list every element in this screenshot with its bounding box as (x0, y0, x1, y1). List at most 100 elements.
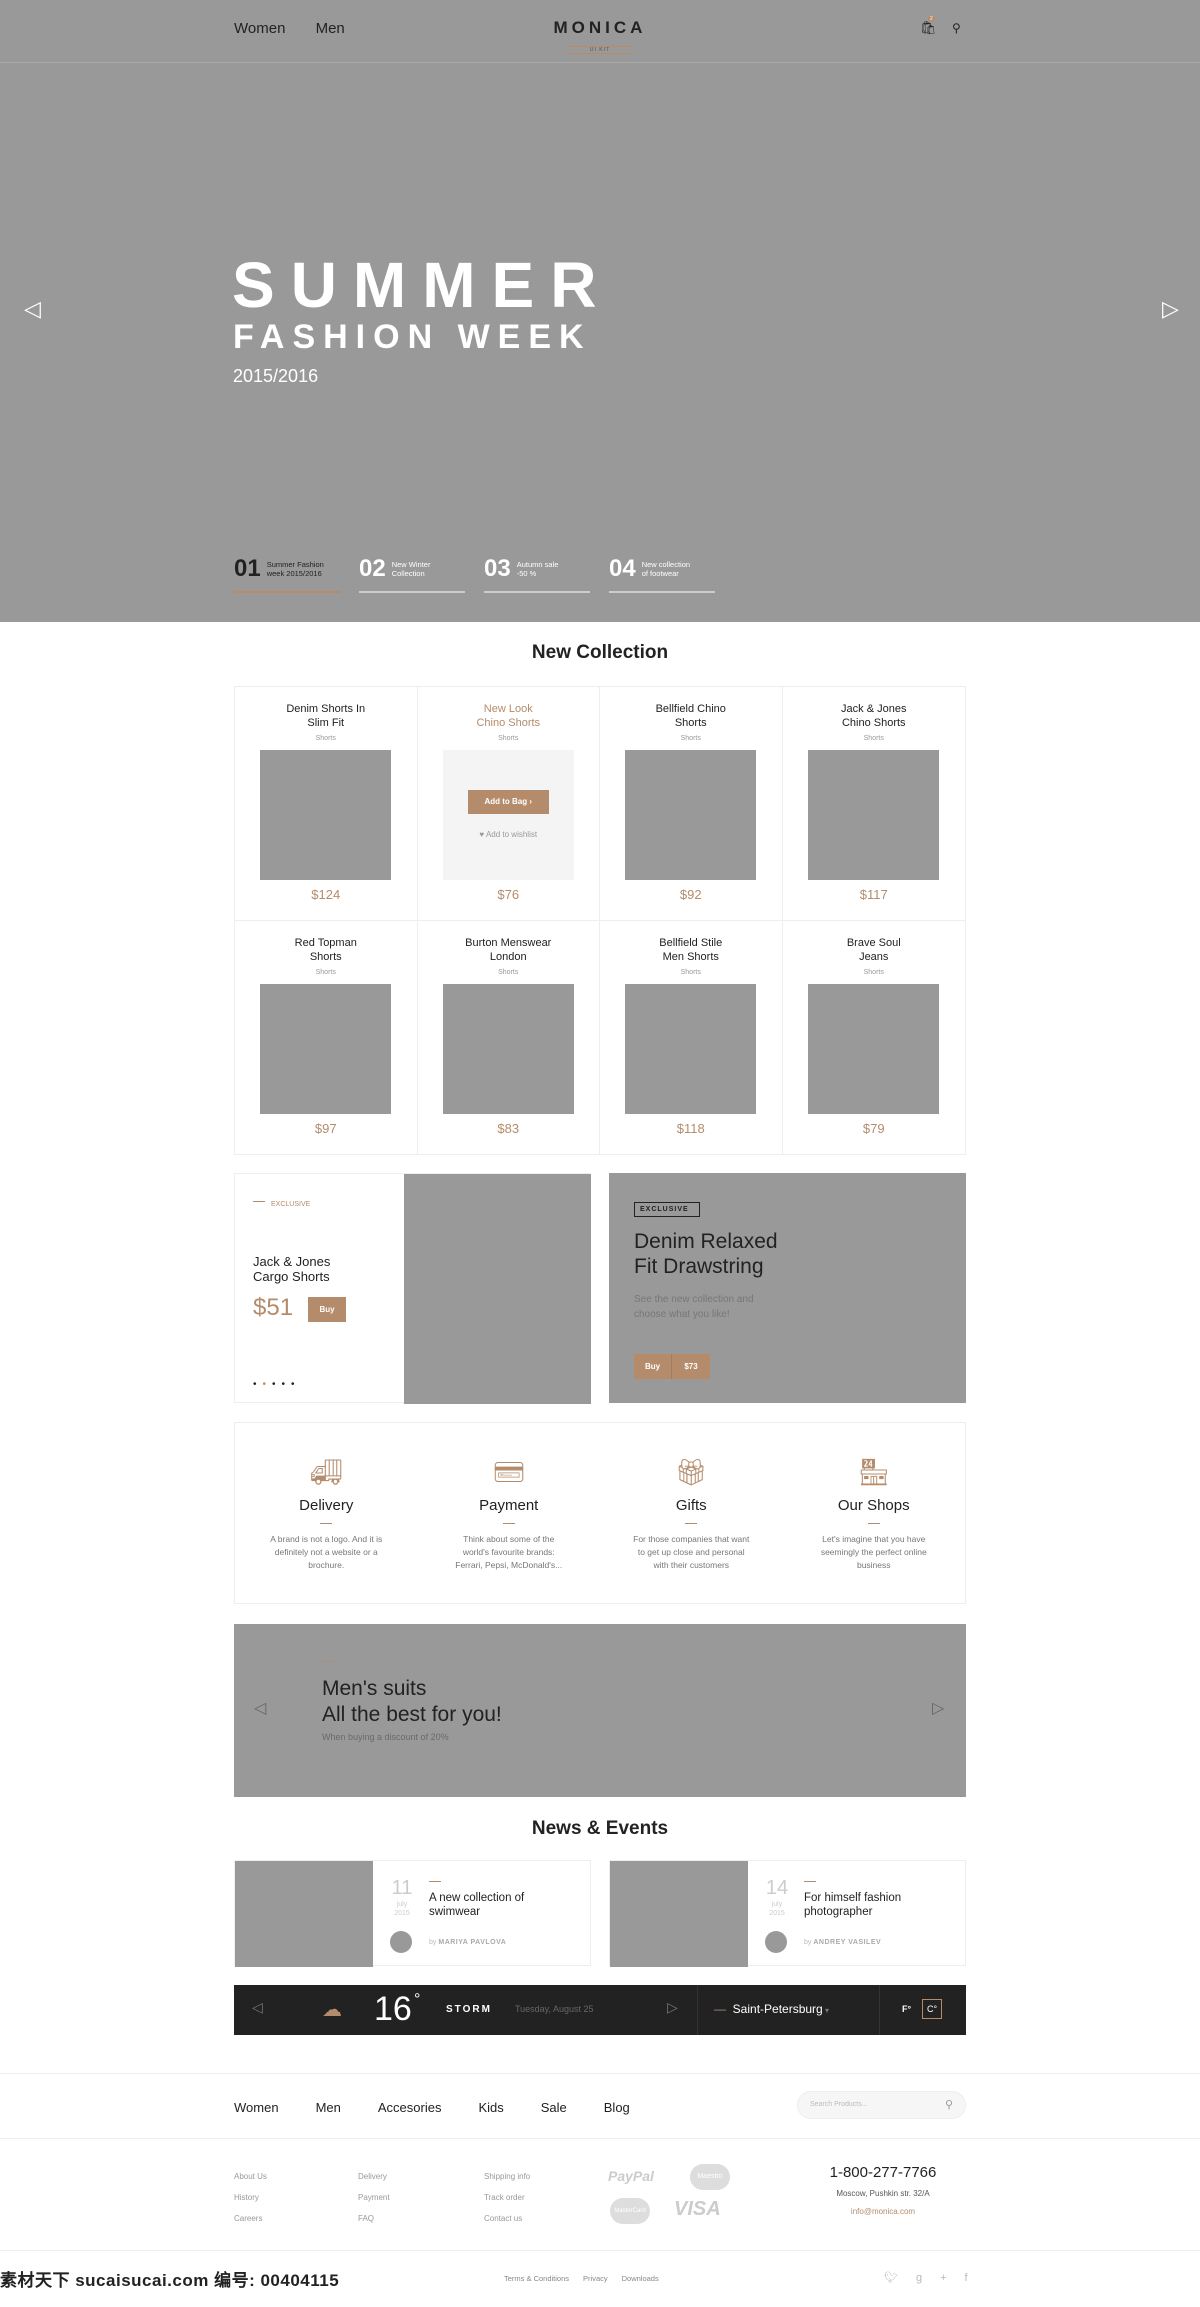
banner-prev-icon[interactable]: ◁ (254, 1698, 266, 1718)
slide-bar (484, 591, 590, 593)
product-image[interactable]: Add to Bag › ♥ Add to wishlist (442, 750, 574, 880)
hero-slide-tab-3[interactable]: 03 Autumn sale -50 % (484, 555, 590, 593)
footer-nav-accesories[interactable]: Accesories (378, 2100, 442, 2115)
footer-link[interactable]: Delivery (358, 2166, 390, 2187)
news-author: by MARIYA PAVLOVA (429, 1939, 506, 1946)
hero-slide-tab-4[interactable]: 04 New collection of footwear (609, 555, 715, 593)
news-title[interactable]: For himself fashion photographer (804, 1891, 901, 1919)
promo-price: $51 (253, 1294, 294, 1321)
google-plus-icon[interactable]: g+ (916, 2272, 965, 2284)
visa-logo: VISA (674, 2198, 721, 2220)
weather-widget: ◁ ☁ 16 ° STORM Tuesday, August 25 ▷ — Sa… (234, 1985, 966, 2035)
celsius-toggle[interactable]: C° (922, 1999, 943, 2019)
footer-link[interactable]: Careers (234, 2208, 267, 2229)
news-card[interactable]: 14 july 2015 For himself fashion photographe… (609, 1860, 966, 1967)
news-title[interactable]: A new collection of swimwear (429, 1891, 524, 1919)
promo-dots[interactable]: ••••• (253, 1379, 301, 1390)
product-price: $92 (679, 887, 702, 902)
buy-button[interactable]: Buy (308, 1297, 346, 1322)
product-price: $124 (311, 887, 341, 902)
footer-nav-sale[interactable]: Sale (541, 2100, 567, 2115)
footer-nav-kids[interactable]: Kids (478, 2100, 503, 2115)
nav-men[interactable]: Men (316, 20, 345, 37)
product-image[interactable] (808, 750, 940, 880)
slide-text: Summer Fashion week 2015/2016 (267, 560, 324, 578)
hero-prev-arrow-icon[interactable]: ◁ (24, 296, 41, 322)
fahrenheit-toggle[interactable]: F° (902, 2004, 911, 2014)
product-title-2: Chino Shorts (841, 717, 906, 729)
product-card[interactable]: Denim Shorts In Slim Fit Shorts $124 (235, 687, 418, 921)
footer-nav-women[interactable]: Women (234, 2100, 279, 2115)
hero-slide-tab-1[interactable]: 01 Summer Fashion week 2015/2016 (234, 555, 340, 593)
footer-link[interactable]: History (234, 2187, 267, 2208)
product-title-2: London (489, 950, 527, 963)
product-title-1: Bellfield Chino (655, 703, 726, 715)
add-to-bag-button[interactable]: Add to Bag › (467, 790, 549, 814)
product-image[interactable] (260, 750, 392, 880)
legal-link[interactable]: Terms & Conditions (504, 2274, 569, 2283)
add-to-wishlist-button[interactable]: ♥ Add to wishlist (443, 830, 574, 839)
search-icon[interactable]: ⚲ (952, 21, 961, 35)
buy-price-button[interactable]: Buy $73 (634, 1354, 710, 1379)
product-card[interactable]: Bellfield Chino Shorts Shorts $92 (600, 687, 783, 921)
city-select[interactable]: — Saint-Petersburg ▾ (714, 2002, 829, 2016)
cart-icon[interactable]: 🛍 2 (920, 16, 937, 36)
slide-text-1: New Winter (391, 560, 431, 569)
product-image[interactable] (260, 983, 392, 1114)
author-name[interactable]: ANDREY VASILEV (813, 1939, 881, 1946)
news-image (610, 1861, 748, 1967)
product-card[interactable]: Brave Soul Jeans Shorts $79 (783, 921, 966, 1155)
product-card[interactable]: Burton Menswear London Shorts $83 (418, 920, 600, 1154)
logo[interactable]: MONICA UI KIT (545, 18, 655, 56)
hero-next-arrow-icon[interactable]: ▷ (1162, 296, 1179, 322)
news-date: 14 july 2015 (765, 1877, 789, 1918)
storm-cloud-icon: ☁ (322, 1999, 342, 2021)
banner-next-icon[interactable]: ▷ (932, 1698, 944, 1718)
email-link[interactable]: info@monica.com (800, 2207, 966, 2216)
desc-line: Ferrari, Pepsi, McDonald's... (455, 1560, 563, 1570)
weather-next-icon[interactable]: ▷ (667, 1999, 678, 2016)
footer-link[interactable]: Shipping info (484, 2166, 530, 2187)
news-author: by ANDREY VASILEV (804, 1939, 881, 1946)
product-category: Shorts (315, 968, 336, 976)
product-card[interactable]: Bellfield Stile Men Shorts Shorts $118 (600, 920, 783, 1154)
temperature: 16 (374, 1990, 412, 2028)
footer-link[interactable]: Payment (358, 2187, 390, 2208)
product-card[interactable]: Jack & Jones Chino Shorts Shorts $117 (782, 687, 965, 921)
add-to-bag-label: Add to Bag (484, 797, 528, 806)
news-dash (804, 1881, 816, 1882)
legal-link[interactable]: Privacy (583, 2274, 608, 2283)
hero-slide-tab-2[interactable]: 02 New Winter Collection (359, 555, 465, 593)
mastercard-logo: MasterCard (610, 2198, 650, 2224)
logo-text: MONICA (553, 18, 647, 37)
feature-dash (867, 1523, 880, 1524)
search-products-input[interactable]: Search Products... ⚲ (797, 2091, 966, 2119)
twitter-icon[interactable]: 🐦︎ (884, 2272, 916, 2284)
product-title: Bellfield Stile Men Shorts (600, 936, 782, 964)
search-icon[interactable]: ⚲ (945, 2098, 953, 2111)
product-image[interactable] (625, 750, 757, 880)
footer-link[interactable]: FAQ (358, 2208, 390, 2229)
legal-link[interactable]: Downloads (622, 2274, 659, 2283)
news-card[interactable]: 11 july 2015 A new collection of swimwear by … (234, 1860, 591, 1967)
product-card[interactable]: Red Topman Shorts Shorts $97 (235, 920, 418, 1154)
footer-nav-men[interactable]: Men (316, 2100, 341, 2115)
slide-text-2: Collection (391, 569, 425, 578)
product-title-1: Burton Menswear (465, 936, 552, 949)
city-name: Saint-Petersburg (732, 2002, 823, 2016)
footer-link[interactable]: Contact us (484, 2208, 530, 2229)
footer-link[interactable]: Track order (484, 2187, 530, 2208)
nav-women[interactable]: Women (234, 20, 285, 37)
slide-text: Autumn sale -50 % (517, 560, 559, 578)
footer-nav-blog[interactable]: Blog (604, 2100, 630, 2115)
product-image[interactable] (442, 983, 574, 1114)
desc-line: to get up close and personal (637, 1547, 745, 1557)
footer-link[interactable]: About Us (234, 2166, 267, 2187)
author-name[interactable]: MARIYA PAVLOVA (438, 1939, 506, 1946)
weather-prev-icon[interactable]: ◁ (252, 1999, 263, 2016)
facebook-icon[interactable]: f (965, 2272, 986, 2284)
product-image[interactable] (625, 983, 757, 1114)
feature-desc: Think about some of the world's favourite… (418, 1533, 601, 1572)
product-card[interactable]: New Look Chino Shorts Shorts Add to Bag ›… (417, 687, 600, 921)
product-image[interactable] (808, 983, 940, 1114)
